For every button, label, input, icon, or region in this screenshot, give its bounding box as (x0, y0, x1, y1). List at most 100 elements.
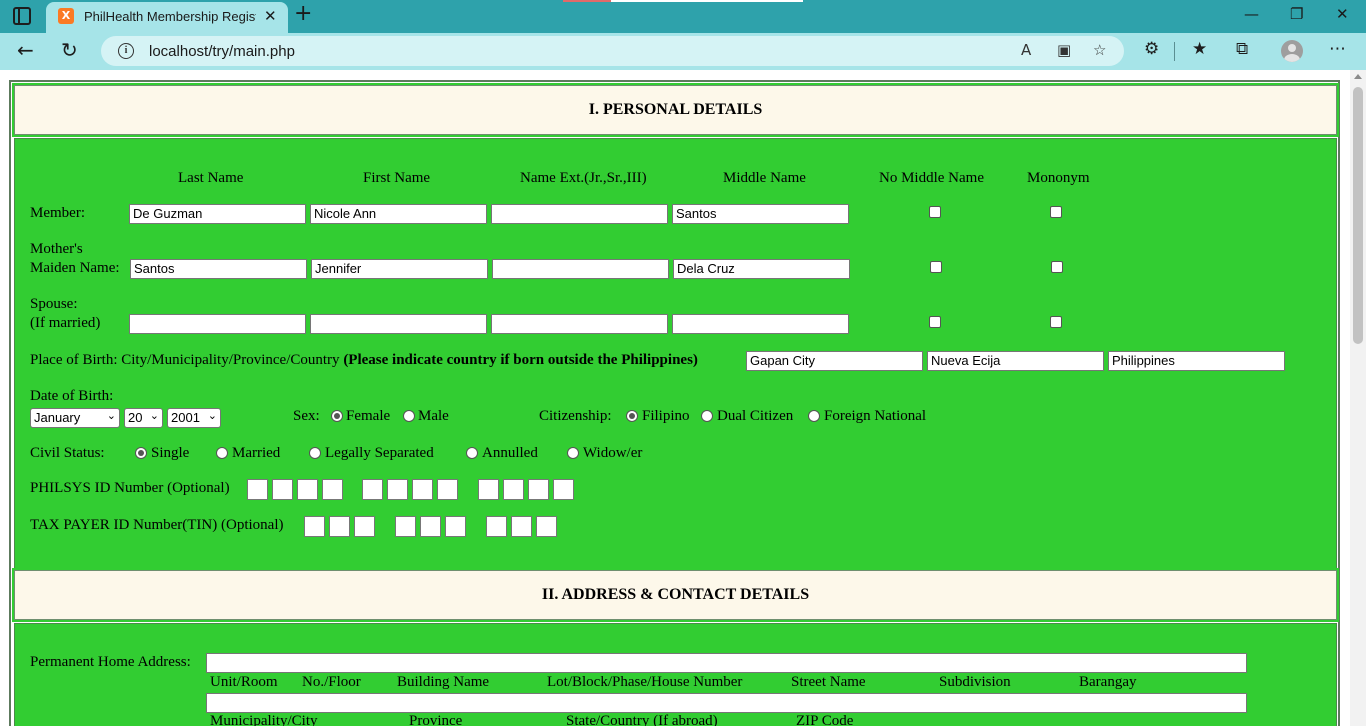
spouse-first-name-input[interactable] (310, 314, 487, 334)
philsys-digit-box[interactable] (437, 479, 458, 500)
tin-digit-box[interactable] (329, 516, 350, 537)
spouse-no-middle-name-checkbox[interactable] (929, 316, 941, 328)
new-tab-icon[interactable]: + (294, 1, 312, 26)
minimize-icon[interactable]: — (1244, 5, 1259, 23)
dob-day-select[interactable]: 20 ⌄ (124, 408, 163, 428)
civil-single-label: Single (151, 445, 190, 461)
tin-digit-box[interactable] (420, 516, 441, 537)
mother-name-ext-input[interactable] (492, 259, 669, 279)
permanent-address-line2-input[interactable] (206, 693, 1247, 713)
col-header-no-middle-name: No Middle Name (879, 170, 984, 186)
refresh-icon[interactable]: ↻ (61, 38, 78, 62)
mother-last-name-input[interactable]: Santos (130, 259, 307, 279)
philsys-digit-box[interactable] (297, 479, 318, 500)
civil-separated-radio[interactable] (309, 447, 321, 459)
spouse-mononym-checkbox[interactable] (1050, 316, 1062, 328)
member-first-name-input[interactable]: Nicole Ann (310, 204, 487, 224)
civil-annulled-label: Annulled (482, 445, 538, 461)
tab-close-icon[interactable]: ✕ (264, 7, 277, 25)
caption-zip-code: ZIP Code (796, 713, 854, 726)
civil-widow-radio[interactable] (567, 447, 579, 459)
spouse-last-name-input[interactable] (129, 314, 306, 334)
philsys-digit-box[interactable] (247, 479, 268, 500)
mother-no-middle-name-checkbox[interactable] (930, 261, 942, 273)
philsys-digit-box[interactable] (528, 479, 549, 500)
philsys-digit-box[interactable] (478, 479, 499, 500)
restore-icon[interactable]: ❐ (1290, 5, 1303, 23)
spouse-middle-name-input[interactable] (672, 314, 849, 334)
profile-avatar-icon[interactable] (1281, 40, 1303, 62)
civil-widow-label: Widow/er (583, 445, 643, 461)
member-no-middle-name-checkbox[interactable] (929, 206, 941, 218)
philsys-digit-box[interactable] (412, 479, 433, 500)
mother-middle-name-input[interactable]: Dela Cruz (673, 259, 850, 279)
citizenship-dual-radio[interactable] (701, 410, 713, 422)
browser-tab[interactable]: X PhilHealth Membership Registrati ✕ (46, 2, 288, 33)
philsys-digit-box[interactable] (362, 479, 383, 500)
permanent-address-line1-input[interactable] (206, 653, 1247, 673)
dob-day-value: 20 (128, 410, 143, 425)
back-icon[interactable]: ← (17, 38, 34, 62)
caption-subdivision: Subdivision (939, 674, 1011, 690)
chevron-down-icon: ⌄ (207, 409, 217, 422)
member-middle-name-input[interactable]: Santos (672, 204, 849, 224)
civil-married-label: Married (232, 445, 281, 461)
spouse-name-ext-input[interactable] (491, 314, 668, 334)
mother-mononym-checkbox[interactable] (1051, 261, 1063, 273)
tin-digit-box[interactable] (536, 516, 557, 537)
address-contact-header: II. ADDRESS & CONTACT DETAILS (12, 568, 1339, 622)
tin-digit-box[interactable] (445, 516, 466, 537)
dob-month-select[interactable]: January ⌄ (30, 408, 120, 428)
address-bar[interactable]: i localhost/try/main.php A ▣ ☆ (101, 36, 1124, 66)
more-options-icon[interactable]: ⋯ (1329, 39, 1346, 59)
dob-year-select[interactable]: 2001 ⌄ (167, 408, 221, 428)
member-last-name-input[interactable]: De Guzman (129, 204, 306, 224)
tab-title: PhilHealth Membership Registrati (84, 9, 256, 24)
tin-digit-box[interactable] (354, 516, 375, 537)
close-window-icon[interactable]: ✕ (1336, 5, 1349, 23)
extensions-icon[interactable]: ⚙ (1144, 39, 1159, 59)
tin-digit-box[interactable] (395, 516, 416, 537)
sex-male-radio[interactable] (403, 410, 415, 422)
philsys-digit-box[interactable] (553, 479, 574, 500)
citizenship-foreign-radio[interactable] (808, 410, 820, 422)
member-mononym-checkbox[interactable] (1050, 206, 1062, 218)
citizenship-filipino-radio[interactable] (626, 410, 638, 422)
browser-tab-strip: X PhilHealth Membership Registrati ✕ + —… (0, 0, 1366, 33)
immersive-reader-icon[interactable]: ▣ (1057, 41, 1071, 59)
philsys-digit-box[interactable] (272, 479, 293, 500)
sex-female-radio[interactable] (331, 410, 343, 422)
birth-country-input[interactable]: Philippines (1108, 351, 1285, 371)
read-aloud-icon[interactable]: A (1021, 41, 1031, 59)
birth-city-input[interactable]: Gapan City (746, 351, 923, 371)
civil-annulled-radio[interactable] (466, 447, 478, 459)
tab-strip-highlight (563, 0, 803, 2)
tab-actions-icon[interactable] (13, 7, 31, 25)
mother-first-name-input[interactable]: Jennifer (311, 259, 488, 279)
tin-digit-box[interactable] (486, 516, 507, 537)
philsys-digit-box[interactable] (322, 479, 343, 500)
xampp-favicon-icon: X (58, 8, 74, 24)
collections-icon[interactable]: ⧉ (1236, 39, 1248, 59)
add-favorite-icon[interactable]: ☆ (1093, 41, 1106, 59)
scroll-up-icon[interactable] (1354, 74, 1362, 79)
scroll-thumb[interactable] (1353, 87, 1363, 344)
registration-form: I. PERSONAL DETAILS Last Name First Name… (9, 80, 1340, 726)
personal-details-header: I. PERSONAL DETAILS (12, 83, 1339, 137)
dob-year-value: 2001 (171, 410, 200, 425)
birth-province-input[interactable]: Nueva Ecija (927, 351, 1104, 371)
civil-single-radio[interactable] (135, 447, 147, 459)
url-text[interactable]: localhost/try/main.php (149, 43, 295, 60)
civil-married-radio[interactable] (216, 447, 228, 459)
tin-digit-box[interactable] (511, 516, 532, 537)
site-info-icon[interactable]: i (118, 43, 134, 59)
member-name-ext-input[interactable] (491, 204, 668, 224)
caption-unit-room: Unit/Room (210, 674, 278, 690)
favorites-icon[interactable]: ★ (1192, 39, 1207, 59)
tin-digit-box[interactable] (304, 516, 325, 537)
philsys-digit-box[interactable] (387, 479, 408, 500)
philsys-digit-box[interactable] (503, 479, 524, 500)
vertical-scrollbar[interactable] (1350, 70, 1366, 726)
permanent-address-label: Permanent Home Address: (30, 654, 191, 670)
citizenship-foreign-label: Foreign National (824, 408, 927, 424)
